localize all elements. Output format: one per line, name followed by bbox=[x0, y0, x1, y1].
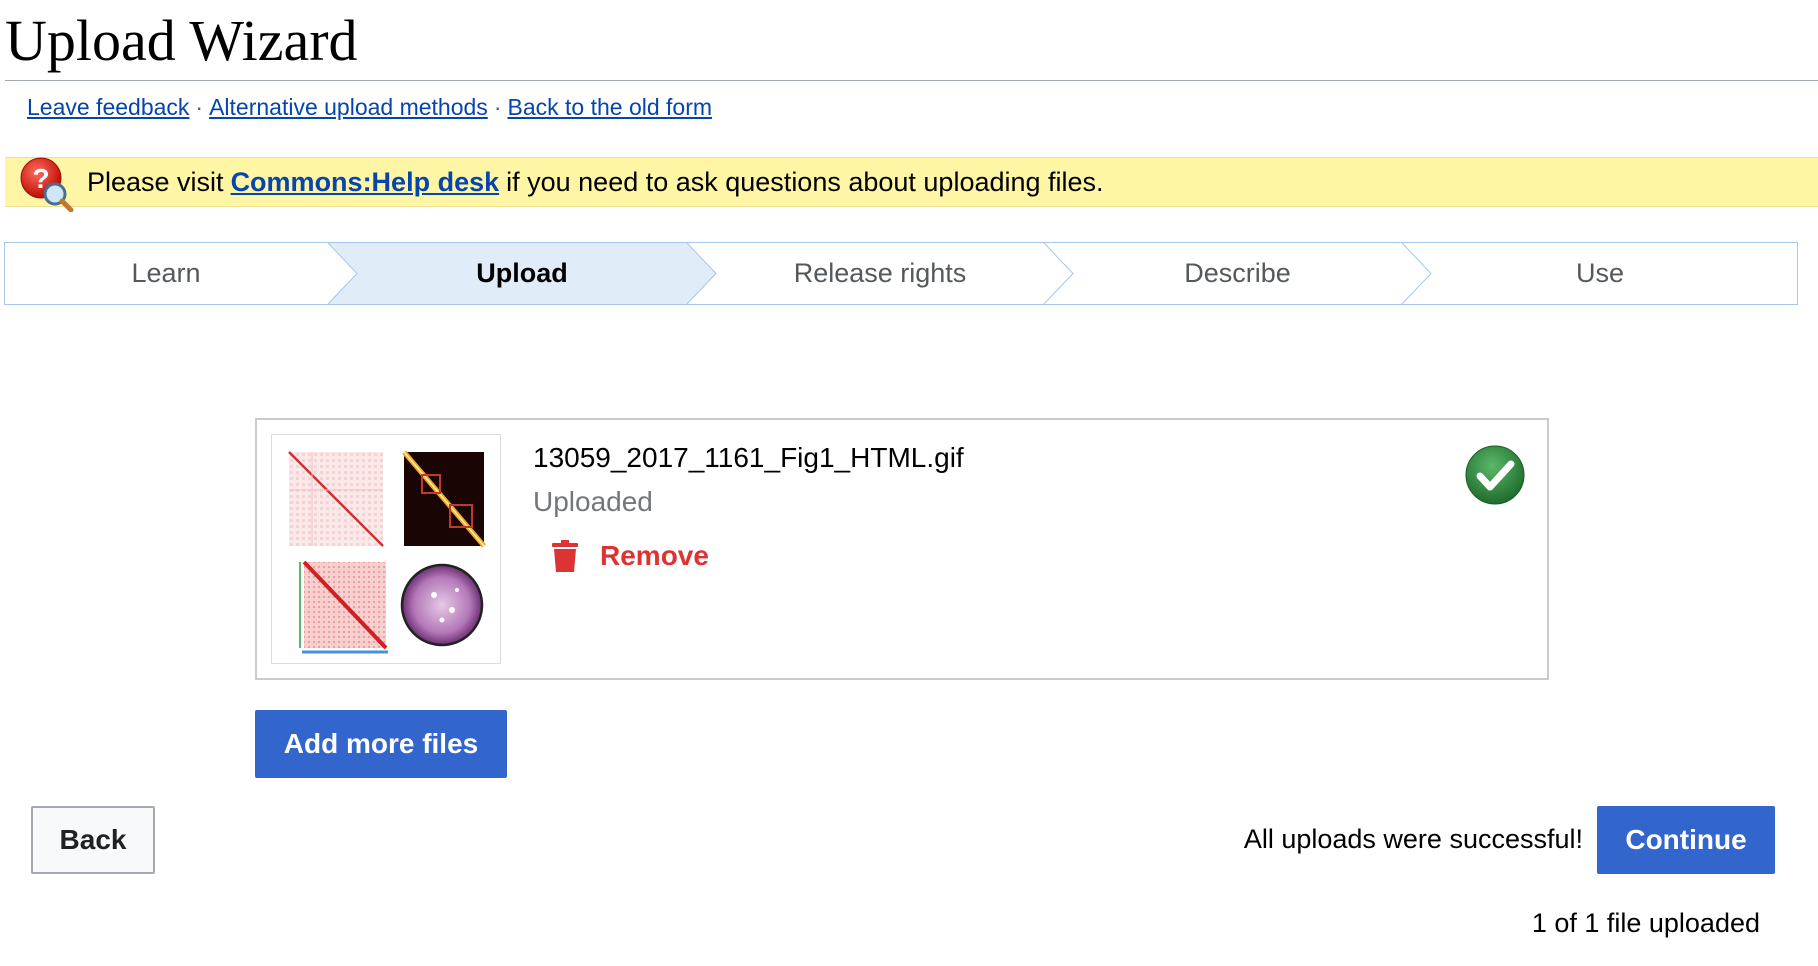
notice-suffix: if you need to ask questions about uploa… bbox=[506, 166, 1104, 197]
uploaded-file-card: 13059_2017_1161_Fig1_HTML.gif Uploaded R… bbox=[255, 418, 1549, 680]
link-separator: · bbox=[195, 94, 204, 120]
success-message: All uploads were successful! bbox=[1243, 824, 1583, 854]
trash-icon bbox=[552, 540, 578, 572]
header-links: Leave feedback · Alternative upload method… bbox=[27, 94, 712, 121]
back-to-old-form-link[interactable]: Back to the old form bbox=[507, 94, 712, 120]
page-title: Upload Wizard bbox=[5, 8, 358, 73]
link-separator: · bbox=[493, 94, 502, 120]
leave-feedback-link[interactable]: Leave feedback bbox=[27, 94, 189, 120]
step-describe: Describe bbox=[1184, 258, 1291, 288]
step-upload: Upload bbox=[476, 258, 568, 288]
notice-prefix: Please visit bbox=[87, 166, 224, 197]
help-desk-link[interactable]: Commons:Help desk bbox=[231, 167, 500, 198]
help-notice-banner: ? Please visit Commons:Help desk if you … bbox=[5, 157, 1818, 212]
thumbnail-image bbox=[288, 450, 486, 654]
file-status: Uploaded bbox=[533, 486, 653, 517]
file-thumbnail[interactable] bbox=[271, 434, 501, 664]
wizard-steps: Learn Upload Release rights Describe Use bbox=[4, 242, 1798, 305]
remove-label: Remove bbox=[600, 540, 709, 571]
continue-button[interactable]: Continue bbox=[1597, 806, 1775, 874]
back-button[interactable]: Back bbox=[31, 806, 155, 874]
step-release-rights: Release rights bbox=[793, 258, 967, 288]
step-learn: Learn bbox=[131, 258, 201, 288]
check-circle-icon bbox=[1465, 445, 1525, 505]
add-more-files-button[interactable]: Add more files bbox=[255, 710, 507, 778]
step-use: Use bbox=[1575, 258, 1624, 288]
help-magnifier-icon: ? bbox=[20, 157, 74, 212]
title-divider bbox=[5, 80, 1818, 81]
file-name: 13059_2017_1161_Fig1_HTML.gif bbox=[533, 442, 964, 473]
alternative-upload-methods-link[interactable]: Alternative upload methods bbox=[209, 94, 488, 120]
remove-file-button[interactable]: Remove bbox=[552, 536, 709, 576]
upload-count: 1 of 1 file uploaded bbox=[1531, 908, 1760, 938]
